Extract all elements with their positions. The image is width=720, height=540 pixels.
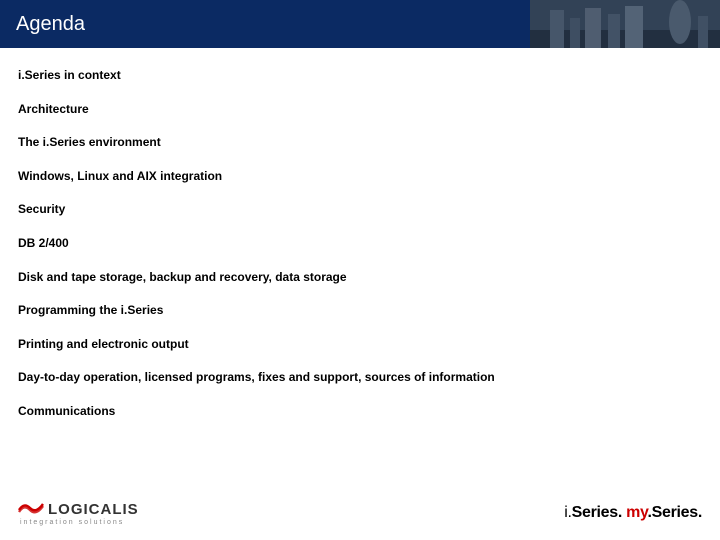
wave-icon (18, 500, 44, 519)
agenda-item: Programming the i.Series (18, 303, 702, 319)
agenda-item: DB 2/400 (18, 236, 702, 252)
brand-tagline: integration solutions (20, 519, 139, 526)
agenda-item: Day-to-day operation, licensed programs,… (18, 370, 702, 386)
slide-header: Agenda (0, 0, 720, 48)
series-i-prefix: i. (564, 504, 571, 521)
agenda-item: Architecture (18, 102, 702, 118)
slide-footer: LOGICALIS integration solutions i.Series… (0, 496, 720, 540)
skyline-icon (530, 0, 720, 48)
header-skyline-image (530, 0, 720, 48)
slide-body: i.Series in context Architecture The i.S… (0, 48, 720, 540)
agenda-item: Security (18, 202, 702, 218)
series-text-2: .Series. (647, 504, 702, 521)
agenda-item: Printing and electronic output (18, 337, 702, 353)
series-my-prefix: my (626, 504, 647, 521)
slide-title: Agenda (16, 13, 85, 36)
logicalis-logo: LOGICALIS integration solutions (18, 500, 139, 526)
series-logo: i.Series. my.Series. (564, 504, 702, 522)
brand-name: LOGICALIS (48, 501, 139, 518)
agenda-item: Communications (18, 404, 702, 420)
agenda-item: Disk and tape storage, backup and recove… (18, 270, 702, 286)
agenda-item: i.Series in context (18, 68, 702, 84)
agenda-item: The i.Series environment (18, 135, 702, 151)
series-text-1: Series. (572, 504, 627, 521)
slide: Agenda i.Series in context Architecture … (0, 0, 720, 540)
agenda-item: Windows, Linux and AIX integration (18, 169, 702, 185)
